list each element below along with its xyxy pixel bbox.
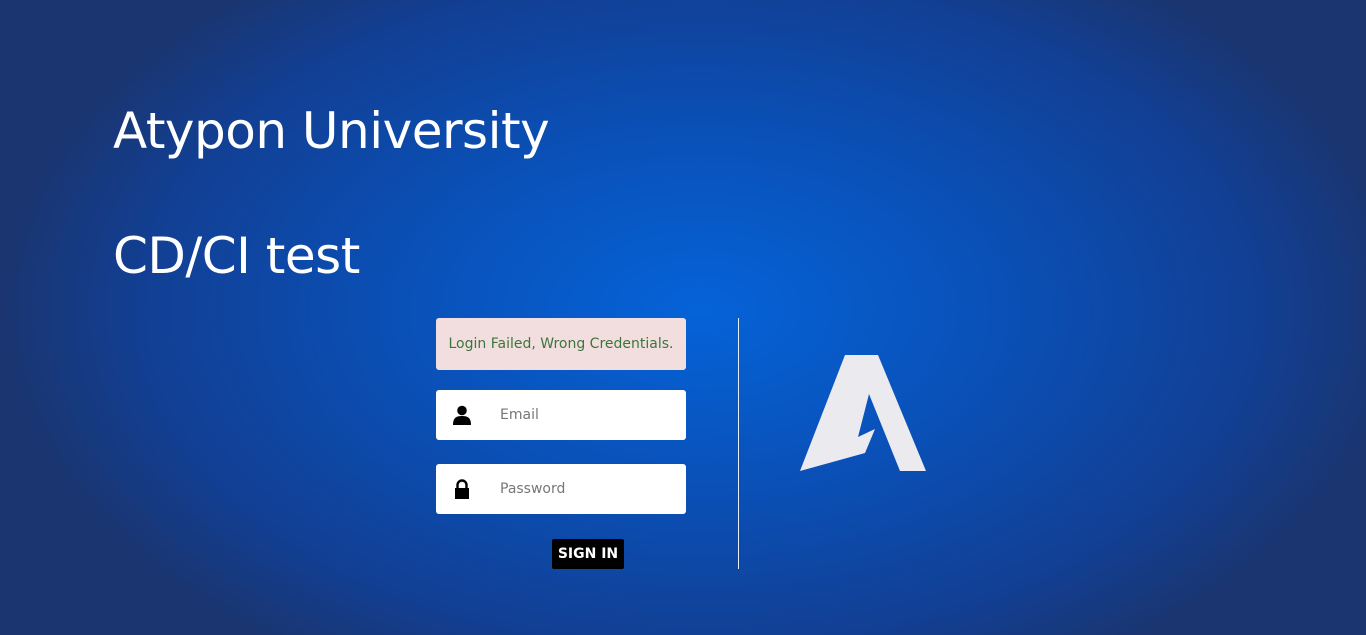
atypon-logo-icon <box>800 355 926 471</box>
sign-in-button[interactable]: SIGN IN <box>552 539 624 569</box>
lock-icon <box>455 479 469 499</box>
email-input[interactable] <box>500 390 676 440</box>
vertical-divider <box>738 318 739 569</box>
password-input[interactable] <box>500 464 676 514</box>
page-subtitle: CD/CI test <box>113 227 360 285</box>
password-field <box>436 464 686 514</box>
email-field <box>436 390 686 440</box>
user-icon <box>453 405 471 425</box>
page-title: Atypon University <box>113 102 550 160</box>
login-error-message: Login Failed, Wrong Credentials. <box>448 336 674 352</box>
login-error-alert: Login Failed, Wrong Credentials. <box>436 318 686 370</box>
